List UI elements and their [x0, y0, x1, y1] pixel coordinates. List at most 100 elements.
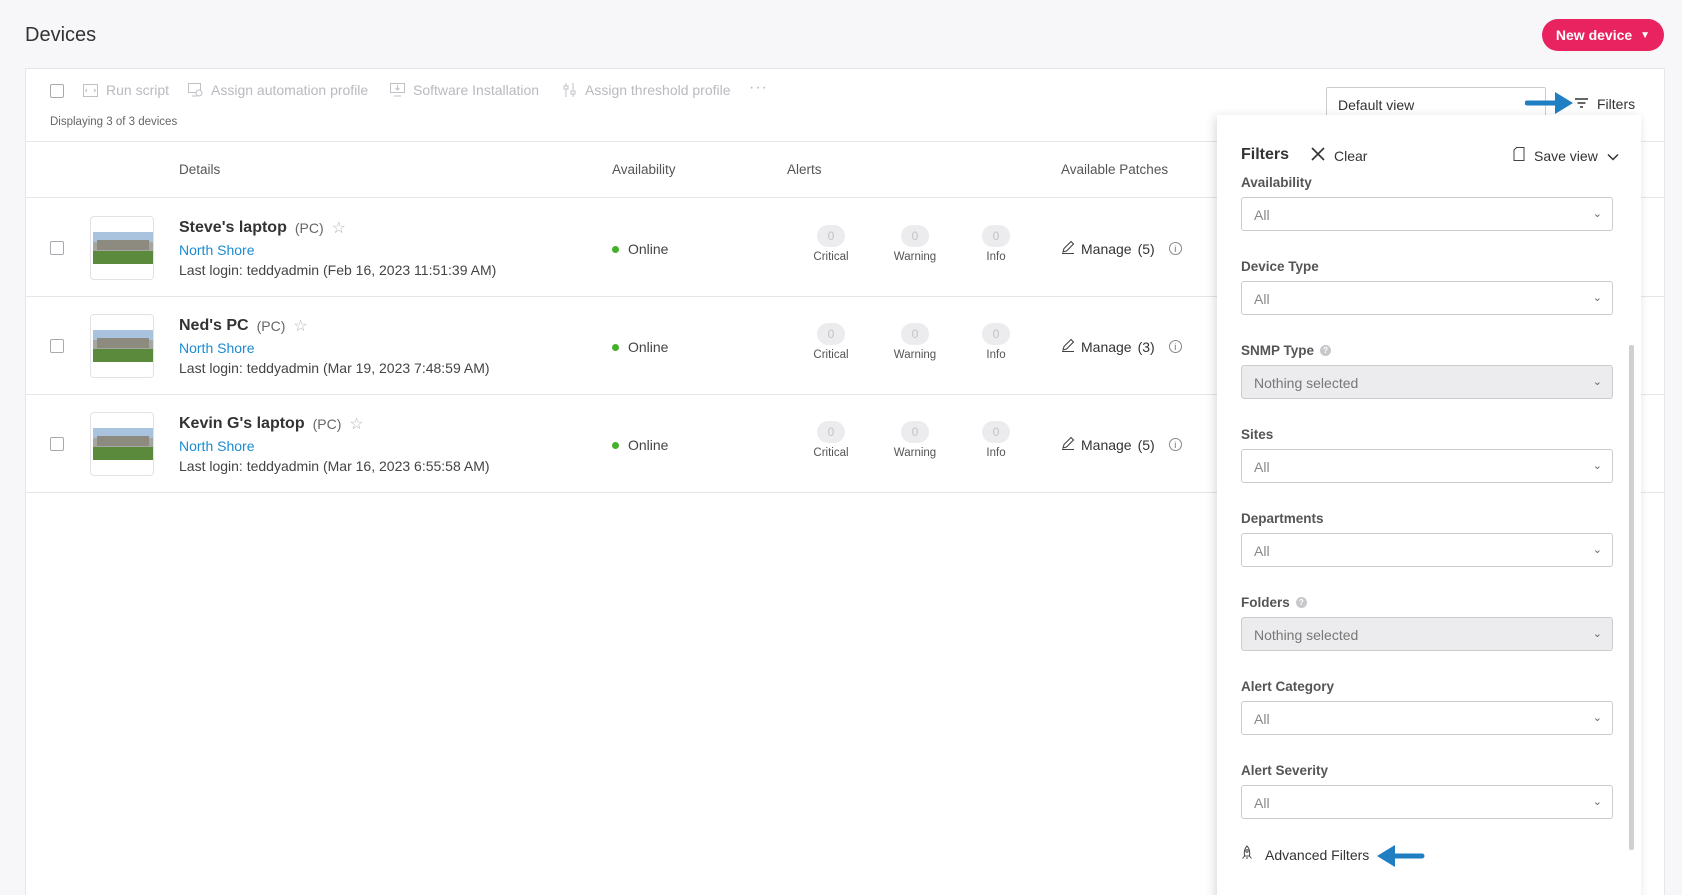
availability-status: Online	[612, 241, 668, 257]
script-icon	[82, 82, 98, 98]
chevron-down-icon: ▼	[1640, 29, 1651, 41]
alert-count-badge: 0	[901, 323, 929, 345]
alert-count-badge: 0	[817, 323, 845, 345]
run-script-action[interactable]: Run script	[82, 82, 169, 98]
pencil-icon	[1061, 240, 1075, 257]
row-checkbox[interactable]	[50, 339, 64, 353]
software-installation-action[interactable]: Software Installation	[389, 82, 539, 98]
alert-count-badge: 0	[982, 323, 1010, 345]
alert-label: Info	[986, 447, 1006, 459]
alert-label: Warning	[893, 349, 937, 361]
device-site-link[interactable]: North Shore	[179, 438, 254, 454]
device-kind: (PC)	[312, 416, 342, 432]
alert-count-badge: 0	[901, 225, 929, 247]
save-view-label: Save view	[1534, 147, 1598, 164]
select-all-checkbox[interactable]	[50, 84, 64, 98]
assign-automation-profile-action[interactable]: Assign automation profile	[187, 82, 368, 98]
device-thumbnail	[90, 412, 154, 476]
patch-count: (3)	[1137, 338, 1155, 355]
device-name-text[interactable]: Ned's PC	[179, 317, 249, 335]
column-availability: Availability	[612, 162, 676, 177]
manage-label: Manage	[1081, 240, 1132, 257]
alert-warning: 0 Warning	[885, 421, 945, 459]
filter-label-device-type: Device Type	[1241, 259, 1319, 274]
clear-filters-button[interactable]: Clear	[1310, 146, 1367, 165]
alert-count-badge: 0	[901, 421, 929, 443]
filter-label-departments: Departments	[1241, 511, 1324, 526]
alert-category-select[interactable]: All ⌄	[1241, 701, 1613, 735]
info-icon[interactable]: i	[1168, 438, 1182, 451]
filters-panel: Filters Clear Save view Availability All…	[1217, 115, 1641, 895]
device-count-text: Displaying 3 of 3 devices	[50, 116, 178, 128]
manage-label: Manage	[1081, 436, 1132, 453]
assign-threshold-profile-action[interactable]: Assign threshold profile	[561, 82, 731, 98]
manage-patches-button[interactable]: Manage (3) i	[1061, 338, 1182, 355]
manage-patches-button[interactable]: Manage (5) i	[1061, 240, 1182, 257]
alert-warning: 0 Warning	[885, 323, 945, 361]
patch-count: (5)	[1137, 240, 1155, 257]
online-dot-icon	[612, 343, 619, 351]
alert-label: Warning	[893, 447, 937, 459]
chevron-down-icon: ⌄	[1592, 208, 1602, 220]
device-name-text[interactable]: Kevin G's laptop	[179, 415, 305, 433]
help-icon[interactable]: ?	[1295, 597, 1307, 608]
new-device-label: New device	[1555, 27, 1633, 43]
filter-icon	[1574, 96, 1589, 112]
device-site-link[interactable]: North Shore	[179, 340, 254, 356]
assign-threshold-profile-label: Assign threshold profile	[585, 82, 731, 98]
rocket-icon	[1241, 845, 1253, 864]
device-name: Kevin G's laptop (PC) ☆	[179, 414, 364, 434]
help-icon[interactable]: ?	[1320, 345, 1332, 356]
pencil-icon	[1061, 436, 1075, 453]
alert-count-badge: 0	[817, 421, 845, 443]
chevron-down-icon: ⌄	[1592, 628, 1602, 640]
column-details: Details	[179, 162, 221, 177]
new-device-button[interactable]: New device ▼	[1542, 19, 1664, 51]
alert-info: 0 Info	[966, 323, 1026, 361]
alert-critical: 0 Critical	[801, 323, 861, 361]
filters-scrollbar[interactable]	[1629, 345, 1634, 850]
filter-label-sites: Sites	[1241, 427, 1274, 442]
row-checkbox[interactable]	[50, 437, 64, 451]
info-icon[interactable]: i	[1168, 242, 1182, 255]
filters-label: Filters	[1597, 96, 1636, 112]
advanced-filters-link[interactable]: Advanced Filters	[1241, 845, 1369, 864]
software-installation-label: Software Installation	[413, 82, 540, 98]
star-icon[interactable]: ☆	[332, 218, 346, 238]
alert-info: 0 Info	[966, 225, 1026, 263]
alert-warning: 0 Warning	[885, 225, 945, 263]
device-kind: (PC)	[294, 220, 324, 236]
row-checkbox[interactable]	[50, 241, 64, 255]
online-dot-icon	[612, 245, 619, 253]
more-actions-button[interactable]: ···	[749, 79, 768, 97]
filter-label-folders: Folders?	[1241, 595, 1307, 610]
star-icon[interactable]: ☆	[293, 316, 307, 336]
alert-severity-select[interactable]: All ⌄	[1241, 785, 1613, 819]
automation-icon	[187, 82, 203, 98]
availability-text: Online	[628, 339, 669, 355]
info-icon[interactable]: i	[1168, 340, 1182, 353]
availability-select[interactable]: All ⌄	[1241, 197, 1613, 231]
save-view-button[interactable]: Save view	[1513, 147, 1619, 164]
filter-label-snmp-type: SNMP Type?	[1241, 343, 1332, 358]
folders-select: Nothing selected ⌄	[1241, 617, 1613, 651]
sites-select[interactable]: All ⌄	[1241, 449, 1613, 483]
device-site-link[interactable]: North Shore	[179, 242, 254, 258]
alert-count-badge: 0	[982, 225, 1010, 247]
manage-patches-button[interactable]: Manage (5) i	[1061, 436, 1182, 453]
filters-button[interactable]: Filters	[1574, 96, 1635, 112]
device-thumbnail	[90, 314, 154, 378]
filter-label-alert-severity: Alert Severity	[1241, 763, 1329, 778]
device-thumbnail	[90, 216, 154, 280]
pencil-icon	[1061, 338, 1075, 355]
install-icon	[389, 82, 405, 98]
departments-select[interactable]: All ⌄	[1241, 533, 1613, 567]
alert-label: Critical	[813, 251, 849, 263]
online-dot-icon	[612, 441, 619, 449]
alert-label: Critical	[813, 447, 849, 459]
device-type-select[interactable]: All ⌄	[1241, 281, 1613, 315]
star-icon[interactable]: ☆	[349, 414, 363, 434]
device-name-text[interactable]: Steve's laptop	[179, 219, 287, 237]
availability-status: Online	[612, 437, 668, 453]
save-file-icon	[1513, 147, 1525, 164]
